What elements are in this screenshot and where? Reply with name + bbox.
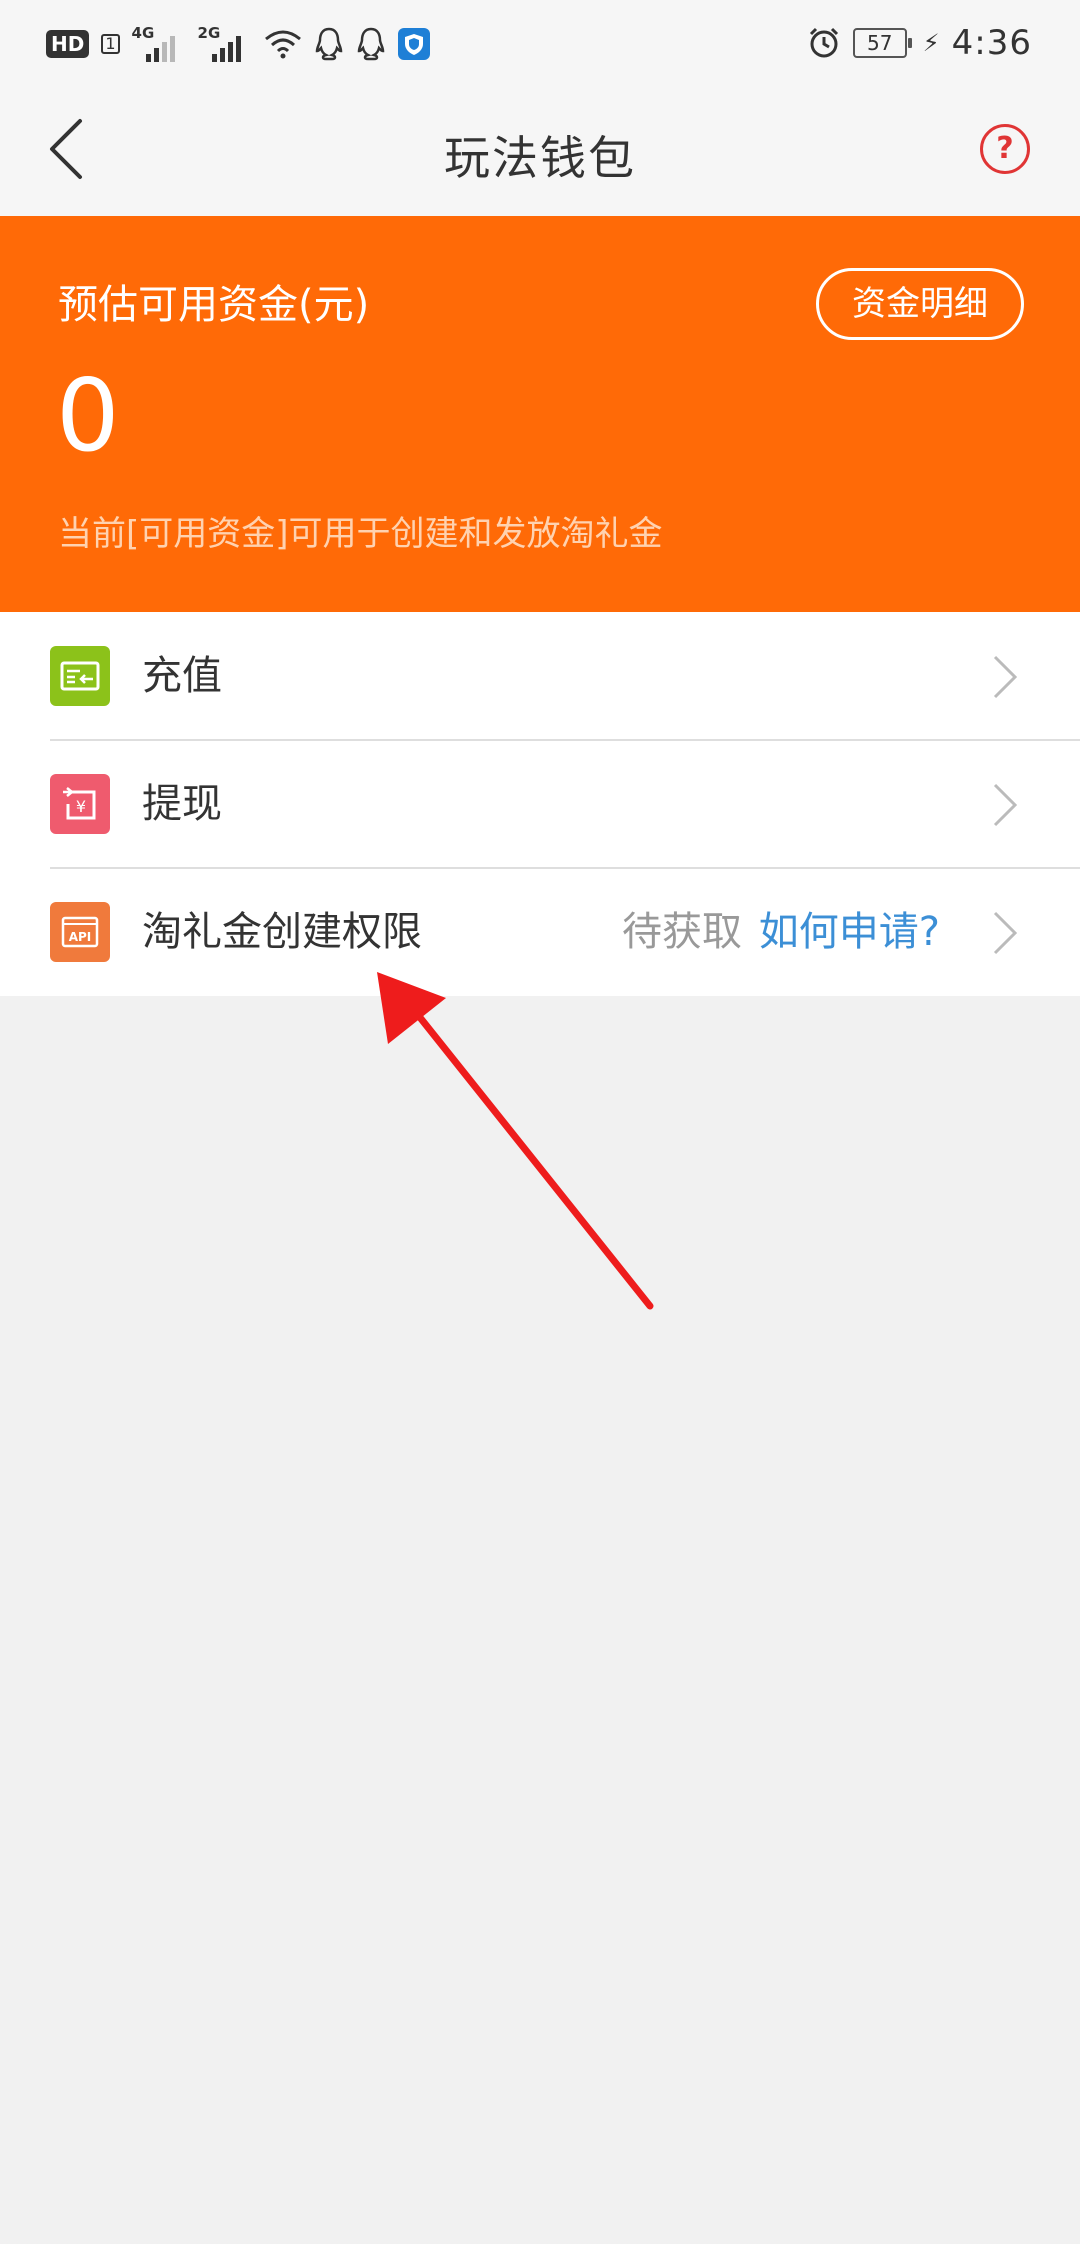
menu-item-recharge[interactable]: 充值 xyxy=(0,612,1080,740)
signal-2g-icon: 2G xyxy=(198,24,252,64)
question-mark-icon: ? xyxy=(996,131,1014,166)
security-shield-icon xyxy=(397,28,430,60)
signal-4g-icon: 4G xyxy=(132,24,186,64)
menu-list: 充值 ¥ 提现 API 淘礼金创建权限 待获取 如何申请? xyxy=(0,612,1080,996)
balance-value: 0 xyxy=(56,357,120,474)
help-button[interactable]: ? xyxy=(980,124,1030,174)
balance-label: 预估可用资金(元) xyxy=(58,282,370,328)
menu-item-label: 淘礼金创建权限 xyxy=(142,909,422,955)
fund-details-button[interactable]: 资金明细 xyxy=(816,268,1024,340)
chevron-right-icon xyxy=(993,655,1018,699)
chevron-right-icon xyxy=(993,783,1018,827)
svg-text:API: API xyxy=(69,930,92,944)
api-icon: API xyxy=(50,902,110,962)
status-left: HD 1 4G 2G xyxy=(46,22,430,66)
page-title: 玩法钱包 xyxy=(444,131,636,185)
alarm-icon xyxy=(809,27,838,58)
menu-item-label: 提现 xyxy=(142,781,222,827)
permission-status: 待获取 xyxy=(622,909,742,955)
qq-icon xyxy=(315,27,342,61)
recharge-card-icon xyxy=(50,646,110,706)
nav-bar: 玩法钱包 ? xyxy=(0,86,1080,216)
wifi-icon xyxy=(264,30,301,59)
hd-badge: HD xyxy=(46,30,90,58)
qq-icon xyxy=(357,27,384,61)
chevron-right-icon xyxy=(993,911,1018,955)
status-bar: HD 1 4G 2G 57 ⚡ 4:36 xyxy=(0,0,1080,86)
how-to-apply-link[interactable]: 如何申请? xyxy=(759,904,940,960)
menu-item-label: 充值 xyxy=(142,653,222,699)
withdraw-yen-icon: ¥ xyxy=(50,774,110,834)
battery-icon: 57 xyxy=(852,28,912,58)
balance-card: 预估可用资金(元) 资金明细 0 当前[可用资金]可用于创建和发放淘礼金 xyxy=(0,216,1080,612)
sim-number: 1 xyxy=(101,34,120,54)
menu-item-taolijin-permission[interactable]: API 淘礼金创建权限 待获取 如何申请? xyxy=(0,867,1080,996)
status-right: 57 ⚡ 4:36 xyxy=(807,18,1032,68)
menu-item-withdraw[interactable]: ¥ 提现 xyxy=(0,739,1080,868)
balance-note: 当前[可用资金]可用于创建和发放淘礼金 xyxy=(58,514,663,554)
svg-text:¥: ¥ xyxy=(76,797,86,816)
charging-icon: ⚡ xyxy=(922,29,940,57)
clock-time: 4:36 xyxy=(951,23,1032,63)
